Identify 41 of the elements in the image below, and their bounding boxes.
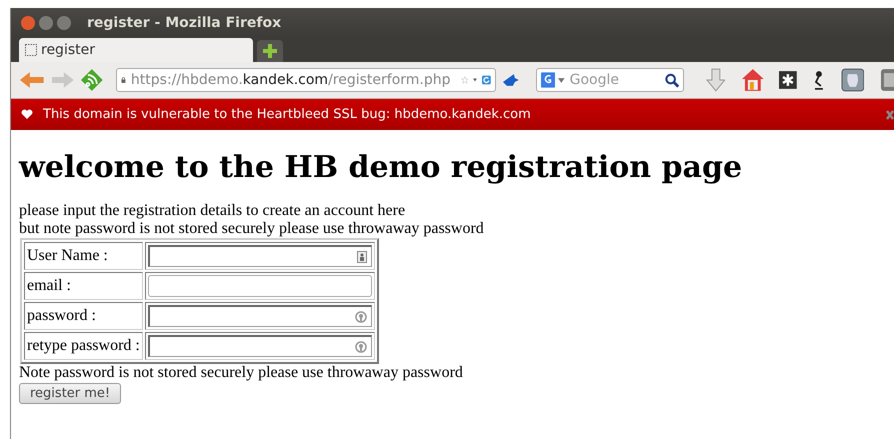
url-field[interactable]: https://hbdemo.kandek.com/registerform.php [116,68,496,92]
input-field[interactable] [148,245,372,267]
key-icon [354,310,367,322]
browser-tab[interactable]: register [19,38,253,62]
note-text: Note password is not stored securely please use throwaway password [19,364,464,382]
bird-icon[interactable] [502,73,520,87]
close-icon[interactable] [886,110,894,120]
register-button[interactable]: register me! [19,383,122,404]
input-field[interactable] [148,335,372,357]
window-title: register - Mozilla Firefox [87,14,282,30]
intro-text: but note password is not stored securely please use throwaway password [19,220,485,238]
input-field[interactable] [148,275,372,297]
google-icon [540,72,555,88]
field-label: password : [24,302,143,330]
feed-icon[interactable] [80,68,104,92]
field-label: email : [24,272,143,300]
page-heading: welcome to the HB demo registration page [19,150,744,185]
key-icon [354,340,367,352]
intro-text: please input the registration details to create an account here [19,202,406,220]
field-label: User Name : [24,242,143,270]
lamp-icon[interactable] [812,70,825,90]
plus-icon [262,43,278,59]
notification-text: This domain is vulnerable to the Heartbleed SSL bug: hbdemo.kandek.com [43,107,531,122]
page-icon [25,44,37,56]
heart-icon [21,109,33,120]
dropdown-icon[interactable] [473,77,478,83]
person-icon [356,250,367,262]
input-field[interactable] [148,305,372,327]
lock-icon [121,74,126,86]
search-field[interactable]: Google [536,68,684,92]
minimize-icon[interactable] [39,16,53,30]
back-icon[interactable] [19,70,45,90]
asterisk-icon[interactable] [779,71,797,89]
dropdown-icon[interactable] [558,78,565,82]
field-label: retype password : [24,332,143,360]
maximize-icon[interactable] [57,16,71,30]
close-icon[interactable] [21,16,35,30]
search-icon[interactable] [664,72,679,88]
new-tab-button[interactable] [257,40,283,62]
download-icon[interactable] [706,68,726,92]
home-icon[interactable] [741,68,766,92]
